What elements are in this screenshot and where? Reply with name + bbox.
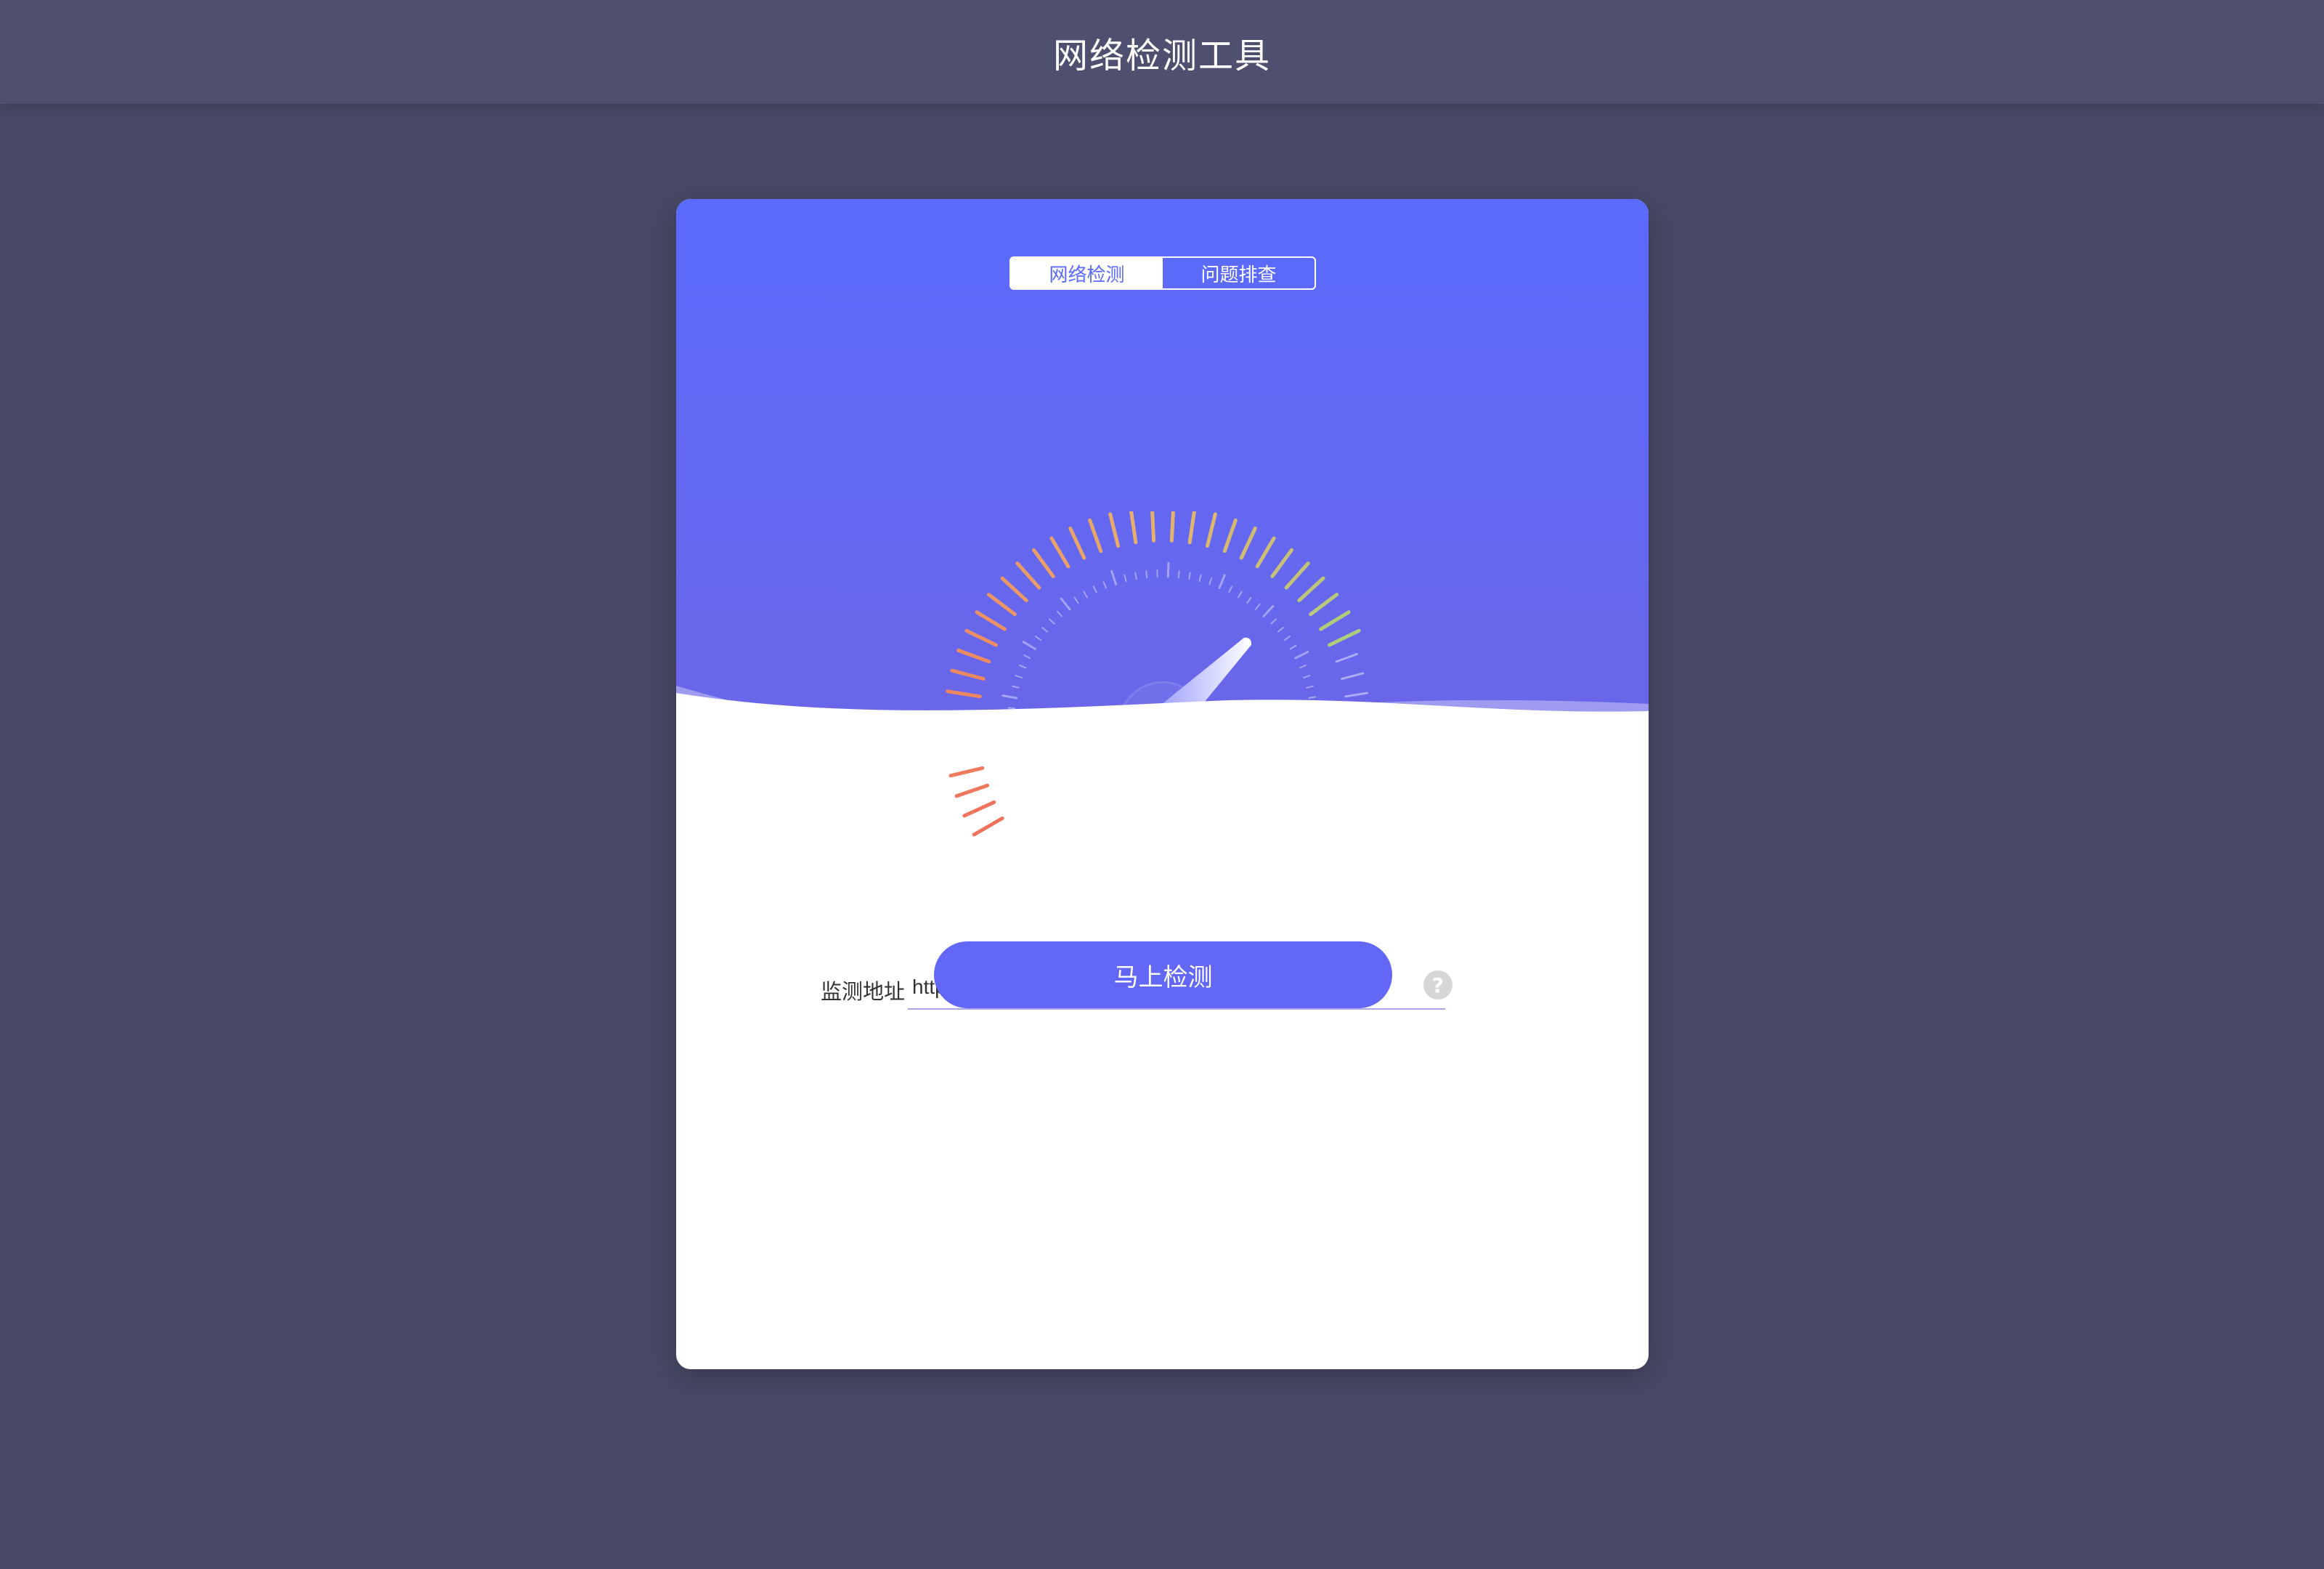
main-card: 网络检测 问题排查 监测地址 ? 马上检测 xyxy=(676,199,1649,1369)
gauge-minor-tick xyxy=(1023,654,1031,660)
gauge-minor-tick xyxy=(1270,618,1277,625)
gauge-minor-tick xyxy=(1291,799,1299,804)
gauge-minor-tick xyxy=(1034,635,1042,641)
question-icon[interactable]: ? xyxy=(1423,970,1452,1000)
gauge-minor-tick xyxy=(1306,760,1323,766)
gauge-minor-tick xyxy=(1014,770,1022,774)
gauge-tick xyxy=(986,593,1017,617)
gauge-minor-tick xyxy=(1188,572,1191,580)
gauge-minor-tick xyxy=(1110,569,1118,585)
gauge-tick xyxy=(1328,628,1361,647)
gauge-tick xyxy=(1222,518,1238,554)
gauge-minor-tick xyxy=(1296,790,1304,795)
gauge-minor-tick xyxy=(1218,574,1226,589)
gauge-minor-tick xyxy=(1300,780,1308,784)
gauge-tick xyxy=(964,628,998,647)
gauge-minor-tick xyxy=(1020,799,1035,808)
gauge-minor-tick xyxy=(1228,585,1233,593)
gauge-tick xyxy=(1049,536,1070,569)
gauge-minor-tick xyxy=(1134,572,1137,580)
gauge-minor-tick xyxy=(1022,641,1036,650)
gauge-tick xyxy=(1068,526,1086,560)
gauge-tick xyxy=(1150,511,1156,543)
app-header: 网络检测工具 xyxy=(0,0,2324,104)
gauge-tick xyxy=(1169,511,1175,543)
gauge-minor-tick xyxy=(1289,644,1297,650)
gauge-minor-tick xyxy=(1056,610,1063,617)
gauge-minor-tick xyxy=(1041,626,1049,633)
gauge-tick xyxy=(1031,548,1055,578)
gauge-minor-tick xyxy=(1011,760,1019,763)
gauge-tick xyxy=(948,766,985,778)
gauge-tick xyxy=(954,783,990,798)
gauge-tick xyxy=(1335,652,1358,663)
hero-panel: 网络检测 问题排查 xyxy=(676,199,1649,837)
gauge-minor-tick xyxy=(1124,574,1127,583)
gauge-tick xyxy=(1319,610,1351,631)
gauge-tick xyxy=(1129,511,1138,545)
gauge-tick xyxy=(1309,593,1339,617)
gauge-minor-tick xyxy=(1145,570,1148,579)
gauge-minor-tick xyxy=(1022,790,1030,795)
gauge-tick xyxy=(1322,817,1344,830)
gauge-tick xyxy=(1239,526,1257,560)
gauge-tick xyxy=(1255,536,1276,569)
wave-divider xyxy=(676,686,1649,758)
gauge-tick xyxy=(1015,561,1041,590)
gauge-minor-tick xyxy=(1277,626,1284,633)
gauge-minor-tick xyxy=(1073,596,1079,604)
tab-network-check[interactable]: 网络检测 xyxy=(1011,258,1163,288)
gauge-minor-tick xyxy=(1166,561,1170,578)
gauge-minor-tick xyxy=(1238,591,1243,599)
gauge-tick xyxy=(1108,512,1121,548)
start-check-button[interactable]: 马上检测 xyxy=(934,941,1392,1008)
mode-tabs: 网络检测 问题排查 xyxy=(1009,256,1316,290)
gauge-minor-tick xyxy=(1092,585,1097,593)
gauge-tick xyxy=(1336,784,1360,794)
gauge-minor-tick xyxy=(1246,596,1252,604)
gauge-minor-tick xyxy=(1283,635,1291,641)
app-title: 网络检测工具 xyxy=(1052,35,1271,76)
gauge-tick xyxy=(1341,766,1365,774)
gauge-tick xyxy=(962,800,996,818)
gauge-minor-tick xyxy=(1304,770,1312,774)
gauge-tick xyxy=(1187,511,1196,545)
tab-troubleshoot[interactable]: 问题排查 xyxy=(1163,258,1315,288)
gauge-tick xyxy=(1000,576,1028,603)
gauge-tick xyxy=(975,610,1007,631)
gauge-minor-tick xyxy=(1198,574,1202,583)
monitor-address-label: 监测地址 xyxy=(821,979,906,1004)
gauge-tick xyxy=(956,648,991,664)
gauge-tick xyxy=(1205,512,1217,548)
gauge-tick xyxy=(1284,561,1310,590)
gauge-minor-tick xyxy=(1208,577,1213,585)
gauge-minor-tick xyxy=(1049,618,1055,625)
gauge-tick xyxy=(1330,800,1353,813)
gauge-tick xyxy=(1297,576,1325,603)
gauge-minor-tick xyxy=(1060,597,1071,611)
gauge-minor-tick xyxy=(1017,780,1025,784)
gauge-tick xyxy=(972,816,1004,837)
gauge-tick xyxy=(1088,518,1103,554)
gauge-minor-tick xyxy=(1262,604,1275,617)
gauge-minor-tick xyxy=(1255,603,1261,610)
gauge-minor-tick xyxy=(1083,591,1088,599)
gauge-minor-tick xyxy=(1102,581,1107,589)
gauge-minor-tick xyxy=(1294,650,1309,660)
gauge-tick xyxy=(1270,548,1294,578)
